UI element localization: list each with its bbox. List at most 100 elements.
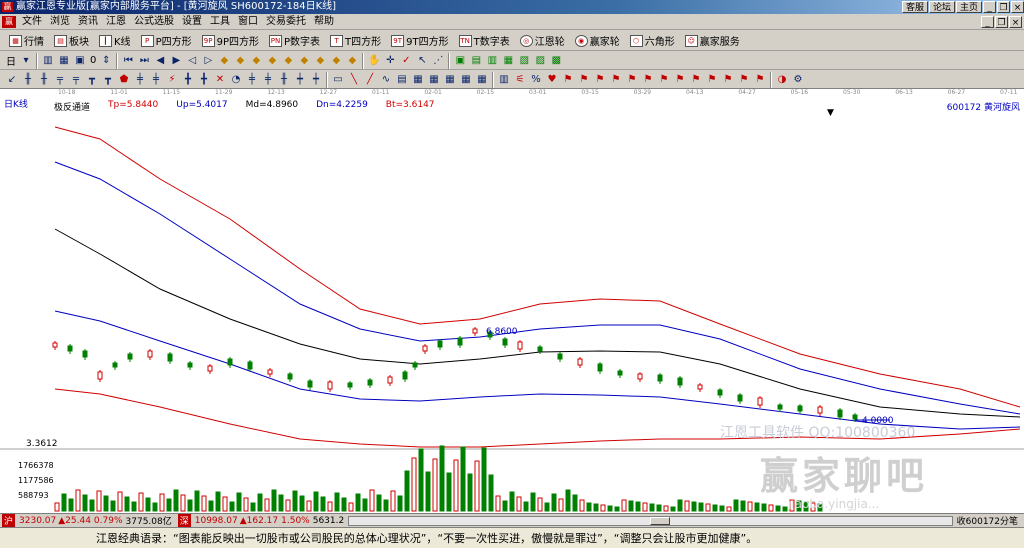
bar-9-icon[interactable]: ╋ [181, 73, 195, 87]
rect-icon[interactable]: ▭ [331, 73, 345, 87]
flag-4-icon[interactable]: ⚑ [609, 73, 623, 87]
menu-help[interactable]: 帮助 [310, 14, 338, 30]
sh-index-icon[interactable]: 沪 [2, 514, 16, 527]
percent-icon[interactable]: % [529, 73, 543, 87]
minimize-icon[interactable]: _ [983, 1, 996, 13]
flag-6-icon[interactable]: ⚑ [641, 73, 655, 87]
trend-icon[interactable]: ⚟ [513, 73, 527, 87]
diamond-2-icon[interactable]: ◆ [233, 54, 247, 68]
scrollbar-thumb[interactable] [650, 516, 671, 525]
app-logo-icon[interactable]: 赢 [2, 15, 16, 28]
window-4-icon[interactable]: ▨ [533, 54, 547, 68]
menu-settings[interactable]: 设置 [178, 14, 206, 30]
gann-angle-icon[interactable]: ✕ [213, 73, 227, 87]
first-icon[interactable]: ⏮ [121, 54, 135, 68]
box-3-icon[interactable]: ▦ [427, 73, 441, 87]
menu-formula-select[interactable]: 公式选股 [130, 14, 178, 30]
stepper-icon[interactable]: ⇕ [99, 54, 113, 68]
layout-icon[interactable]: ▣ [73, 54, 87, 68]
winner-service-button[interactable]: ☺ 赢家服务 [680, 32, 745, 50]
kline-button[interactable]: ┃ K线 [94, 32, 136, 50]
load-layout-icon[interactable]: ▤ [469, 54, 483, 68]
t-square-button[interactable]: T T四方形 [325, 32, 386, 50]
menu-browse[interactable]: 浏览 [46, 14, 74, 30]
bar-3-icon[interactable]: ╤ [53, 73, 67, 87]
box-5-icon[interactable]: ▦ [459, 73, 473, 87]
window-3-icon[interactable]: ▧ [517, 54, 531, 68]
hexagon-button[interactable]: ⬡ 六角形 [625, 32, 680, 50]
menu-trade[interactable]: 交易委托 [262, 14, 310, 30]
box-4-icon[interactable]: ▦ [443, 73, 457, 87]
hand-icon[interactable]: ✋ [367, 54, 381, 68]
bar-4-icon[interactable]: ╤ [69, 73, 83, 87]
diamond-3-icon[interactable]: ◆ [249, 54, 263, 68]
mdi-restore-icon[interactable]: ❐ [995, 16, 1008, 28]
line-1-icon[interactable]: ╲ [347, 73, 361, 87]
close-icon[interactable]: × [1011, 1, 1024, 13]
diamond-6-icon[interactable]: ◆ [297, 54, 311, 68]
flag-1-icon[interactable]: ⚑ [561, 73, 575, 87]
menu-info[interactable]: 资讯 [74, 14, 102, 30]
flag-12-icon[interactable]: ⚑ [737, 73, 751, 87]
diamond-7-icon[interactable]: ◆ [313, 54, 327, 68]
flag-8-icon[interactable]: ⚑ [673, 73, 687, 87]
bar-1-icon[interactable]: ╫ [21, 73, 35, 87]
stepper-value[interactable]: 0 [88, 55, 98, 66]
chevron-down-icon[interactable]: ▾ [19, 54, 33, 68]
prev-icon[interactable]: ◀ [153, 54, 167, 68]
bar-5-icon[interactable]: ┳ [85, 73, 99, 87]
gann-wheel-button[interactable]: ◎ 江恩轮 [515, 32, 570, 50]
diamond-5-icon[interactable]: ◆ [281, 54, 295, 68]
chart-type-icon[interactable]: ▥ [41, 54, 55, 68]
forum-link-button[interactable]: 论坛 [928, 1, 955, 13]
box-1-icon[interactable]: ▤ [395, 73, 409, 87]
9p-square-button[interactable]: 9P 9P四方形 [197, 32, 264, 50]
menu-tools[interactable]: 工具 [206, 14, 234, 30]
chart-type-alt-icon[interactable]: ▦ [57, 54, 71, 68]
cross-icon[interactable]: ✛ [383, 54, 397, 68]
bar-2-icon[interactable]: ╫ [37, 73, 51, 87]
diamond-1-icon[interactable]: ◆ [217, 54, 231, 68]
bar-11-icon[interactable]: ╪ [245, 73, 259, 87]
box-2-icon[interactable]: ▦ [411, 73, 425, 87]
9t-square-button[interactable]: 9T 9T四方形 [386, 32, 453, 50]
pointer-icon[interactable]: ↖ [415, 54, 429, 68]
diamond-4-icon[interactable]: ◆ [265, 54, 279, 68]
flag-13-icon[interactable]: ⚑ [753, 73, 767, 87]
tools-icon[interactable]: ⚙ [791, 73, 805, 87]
rewind-icon[interactable]: ◁ [185, 54, 199, 68]
service-link-button[interactable]: 客服 [901, 1, 928, 13]
bar-7-icon[interactable]: ╪ [133, 73, 147, 87]
period-select[interactable]: 日 [4, 53, 18, 68]
fan-line-icon[interactable]: ⚡ [165, 73, 179, 87]
mdi-minimize-icon[interactable]: _ [981, 16, 994, 28]
bar-15-icon[interactable]: ┿ [309, 73, 323, 87]
bar-13-icon[interactable]: ╫ [277, 73, 291, 87]
menu-file[interactable]: 文件 [18, 14, 46, 30]
flag-9-icon[interactable]: ⚑ [689, 73, 703, 87]
next-icon[interactable]: ▶ [169, 54, 183, 68]
sector-button[interactable]: ▤ 板块 [49, 32, 94, 50]
flag-10-icon[interactable]: ⚑ [705, 73, 719, 87]
last-icon[interactable]: ⏭ [137, 54, 151, 68]
check-icon[interactable]: ✓ [399, 54, 413, 68]
fan-icon[interactable]: ⋰ [431, 54, 445, 68]
flag-3-icon[interactable]: ⚑ [593, 73, 607, 87]
arrow-icon[interactable]: ↙ [5, 73, 19, 87]
homepage-link-button[interactable]: 主页 [955, 1, 982, 13]
quotes-button[interactable]: ▦ 行情 [4, 32, 49, 50]
forward-icon[interactable]: ▷ [201, 54, 215, 68]
bar-12-icon[interactable]: ╪ [261, 73, 275, 87]
window-1-icon[interactable]: ▥ [485, 54, 499, 68]
bar-6-icon[interactable]: ┳ [101, 73, 115, 87]
t-table-button[interactable]: TN T数字表 [454, 32, 515, 50]
bar-10-icon[interactable]: ╋ [197, 73, 211, 87]
magnet-icon[interactable]: ♥ [545, 73, 559, 87]
bar-14-icon[interactable]: ┿ [293, 73, 307, 87]
menu-gann[interactable]: 江恩 [102, 14, 130, 30]
p-table-button[interactable]: PN P数字表 [264, 32, 325, 50]
horizontal-scrollbar[interactable] [348, 515, 953, 526]
menu-window[interactable]: 窗口 [234, 14, 262, 30]
wave-icon[interactable]: ∿ [379, 73, 393, 87]
color-icon[interactable]: ◑ [775, 73, 789, 87]
